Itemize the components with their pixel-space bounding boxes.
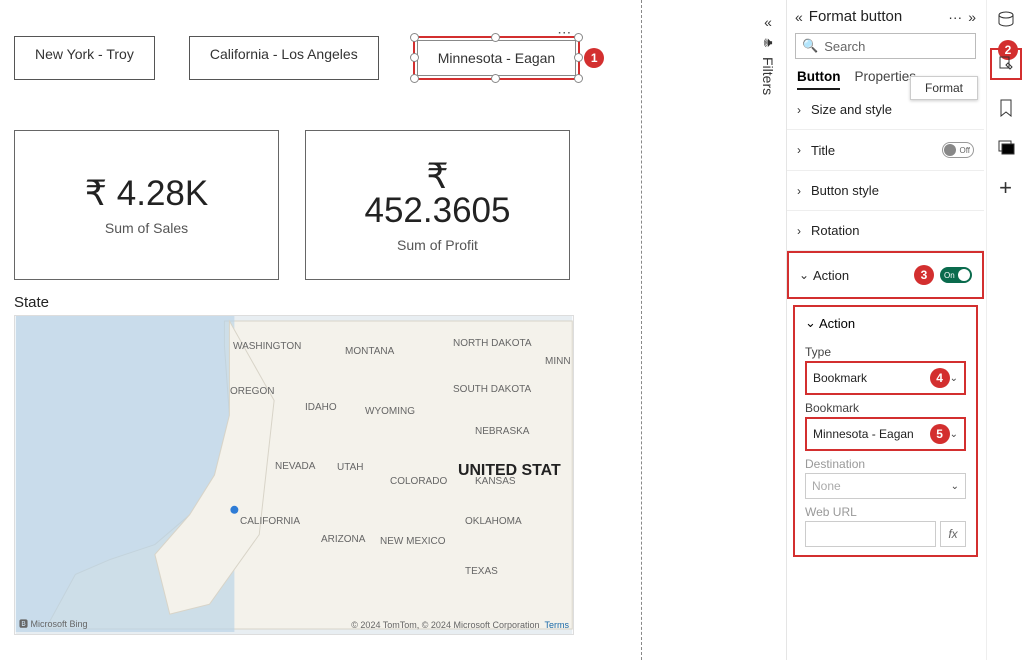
type-select[interactable]: Bookmark 4 ⌄ bbox=[805, 361, 966, 395]
tab-button[interactable]: Button bbox=[797, 69, 840, 90]
map-copyright: © 2024 TomTom, © 2024 Microsoft Corporat… bbox=[351, 620, 569, 630]
destination-select: None ⌄ bbox=[805, 473, 966, 499]
chevron-down-icon: ⌄ bbox=[950, 373, 958, 384]
selected-button-wrap: ⋯ Minnesota - Eagan 1 bbox=[413, 36, 581, 80]
nav-btn-ny[interactable]: New York - Troy bbox=[14, 36, 155, 80]
type-label: Type bbox=[805, 345, 966, 359]
data-pane-icon[interactable] bbox=[994, 8, 1018, 32]
row-action-header[interactable]: ⌄ Action 3 On bbox=[787, 251, 984, 299]
filters-label: Filters bbox=[760, 57, 776, 95]
tab-properties[interactable]: Properties bbox=[854, 69, 916, 90]
selection-pane-icon[interactable] bbox=[994, 136, 1018, 160]
search-placeholder: Search bbox=[824, 39, 969, 54]
chevron-right-icon: › bbox=[797, 143, 811, 157]
format-pane-icon[interactable] bbox=[994, 52, 1018, 76]
action-toggle[interactable]: On bbox=[940, 267, 972, 283]
pane-more-icon[interactable]: ··· bbox=[948, 9, 962, 25]
card-sales[interactable]: ₹ 4.28K Sum of Sales bbox=[14, 130, 279, 280]
card-profit[interactable]: ₹ 452.3605 Sum of Profit bbox=[305, 130, 570, 280]
terms-link[interactable]: Terms bbox=[545, 620, 570, 630]
report-canvas: New York - Troy California - Los Angeles… bbox=[0, 0, 640, 660]
bookmark-pane-icon[interactable] bbox=[994, 96, 1018, 120]
chevron-down-icon: ⌄ bbox=[951, 481, 959, 492]
row-title[interactable]: › Title Off bbox=[787, 130, 984, 171]
nav-btn-mn[interactable]: Minnesota - Eagan bbox=[417, 40, 577, 76]
speaker-icon: 🕪 bbox=[764, 34, 773, 51]
right-icon-strip: 2 + bbox=[986, 0, 1024, 660]
chevron-right-icon: › bbox=[797, 224, 811, 238]
action-subheader[interactable]: ⌄ Action bbox=[805, 307, 966, 339]
add-pane-icon[interactable]: + bbox=[994, 176, 1018, 200]
filters-expand-icon[interactable]: « bbox=[764, 14, 772, 30]
format-icon-wrap bbox=[990, 48, 1022, 80]
action-body: ⌄ Action Type Bookmark 4 ⌄ Bookmark Minn… bbox=[793, 305, 978, 557]
callout-badge-4: 4 bbox=[930, 368, 950, 388]
chevron-down-icon: ⌄ bbox=[805, 315, 819, 331]
bookmark-select[interactable]: Minnesota - Eagan 5 ⌄ bbox=[805, 417, 966, 451]
card-profit-label: Sum of Profit bbox=[397, 237, 478, 253]
weburl-label: Web URL bbox=[805, 505, 966, 519]
callout-badge-3: 3 bbox=[914, 265, 934, 285]
row-rotation[interactable]: › Rotation bbox=[787, 211, 984, 251]
callout-badge-1: 1 bbox=[584, 48, 604, 68]
visual-options-icon[interactable]: ⋯ bbox=[557, 24, 572, 41]
map-title: State bbox=[14, 294, 632, 311]
format-pane: « Format button ··· » 🔍 Search Format Bu… bbox=[786, 0, 984, 660]
pane-title: Format button bbox=[809, 8, 942, 25]
fx-button[interactable]: fx bbox=[940, 521, 966, 547]
format-search[interactable]: 🔍 Search bbox=[795, 33, 976, 59]
bing-attribution: 🅱 Microsoft Bing bbox=[19, 617, 88, 630]
nav-btn-ca[interactable]: California - Los Angeles bbox=[189, 36, 379, 80]
chevron-right-icon: › bbox=[797, 103, 811, 117]
chevron-down-icon: ⌄ bbox=[799, 268, 813, 282]
weburl-input bbox=[805, 521, 936, 547]
chevron-right-icon: › bbox=[797, 184, 811, 198]
pane-collapse-icon[interactable]: « bbox=[795, 9, 803, 25]
title-toggle[interactable]: Off bbox=[942, 142, 974, 158]
pane-header: « Format button ··· » bbox=[787, 0, 984, 29]
callout-badge-5: 5 bbox=[930, 424, 950, 444]
destination-label: Destination bbox=[805, 457, 966, 471]
pane-expand-icon[interactable]: » bbox=[968, 9, 976, 25]
map-visual[interactable]: UNITED STAT WASHINGTON MONTANA NORTH DAK… bbox=[14, 315, 574, 635]
card-sales-label: Sum of Sales bbox=[105, 220, 188, 236]
canvas-divider bbox=[641, 0, 642, 660]
search-icon: 🔍 bbox=[802, 38, 818, 54]
chevron-down-icon: ⌄ bbox=[950, 429, 958, 440]
kpi-cards: ₹ 4.28K Sum of Sales ₹ 452.3605 Sum of P… bbox=[14, 130, 632, 280]
format-tooltip: Format bbox=[910, 76, 978, 100]
card-sales-value: ₹ 4.28K bbox=[85, 174, 208, 214]
card-profit-value: 452.3605 bbox=[365, 191, 511, 231]
row-button-style[interactable]: › Button style bbox=[787, 171, 984, 211]
bookmark-label: Bookmark bbox=[805, 401, 966, 415]
filters-collapsed[interactable]: « 🕪 Filters bbox=[757, 14, 779, 95]
button-row: New York - Troy California - Los Angeles… bbox=[14, 36, 632, 80]
